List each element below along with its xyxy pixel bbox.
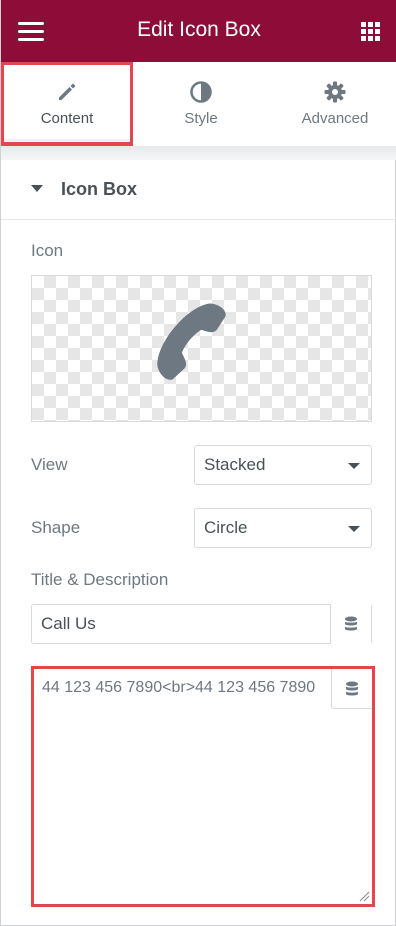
title-input[interactable]: Call Us <box>31 604 372 644</box>
caret-down-icon <box>31 185 43 192</box>
grid-apps-icon[interactable] <box>361 22 381 42</box>
shape-label: Shape <box>31 518 81 537</box>
phone-icon <box>157 303 226 380</box>
resize-handle-icon[interactable] <box>358 890 370 902</box>
dynamic-tags-button[interactable] <box>331 669 372 709</box>
editor-panel: Edit Icon Box Content Style Advanced Ico… <box>0 0 396 926</box>
tab-advanced-label: Advanced <box>301 110 369 127</box>
panel-tabs: Content Style Advanced <box>1 62 396 146</box>
description-textarea-value: 44 123 456 7890<br>44 123 456 7890 <box>42 679 316 696</box>
view-select-value: Stacked <box>204 455 266 474</box>
gear-icon <box>324 81 346 103</box>
tab-style-label: Style <box>184 110 218 127</box>
shape-select-value: Circle <box>204 518 248 537</box>
pencil-icon <box>59 83 76 100</box>
icon-picker[interactable] <box>31 275 372 422</box>
tab-content-label: Content <box>40 110 94 127</box>
section-icon-box-toggle[interactable]: Icon Box <box>1 160 396 220</box>
view-label: View <box>31 455 68 474</box>
tab-content[interactable]: Content <box>1 62 133 146</box>
icon-label: Icon <box>31 241 64 260</box>
chevron-down-icon <box>348 463 360 469</box>
shape-select[interactable]: Circle <box>194 508 372 548</box>
half-circle-icon <box>190 81 212 103</box>
tab-style[interactable]: Style <box>135 62 267 146</box>
database-icon <box>345 616 357 631</box>
title-input-value: Call Us <box>41 614 96 633</box>
panel-header: Edit Icon Box <box>1 0 396 62</box>
chevron-down-icon <box>348 526 360 532</box>
description-textarea[interactable]: 44 123 456 7890<br>44 123 456 7890 <box>31 666 375 907</box>
dynamic-tags-button[interactable] <box>330 604 371 644</box>
section-title: Icon Box <box>61 179 138 199</box>
database-icon <box>346 681 358 696</box>
view-select[interactable]: Stacked <box>194 445 372 485</box>
tabs-divider <box>1 146 396 160</box>
panel-title: Edit Icon Box <box>137 18 261 41</box>
tab-advanced[interactable]: Advanced <box>269 62 396 146</box>
title-description-label: Title & Description <box>31 570 169 589</box>
